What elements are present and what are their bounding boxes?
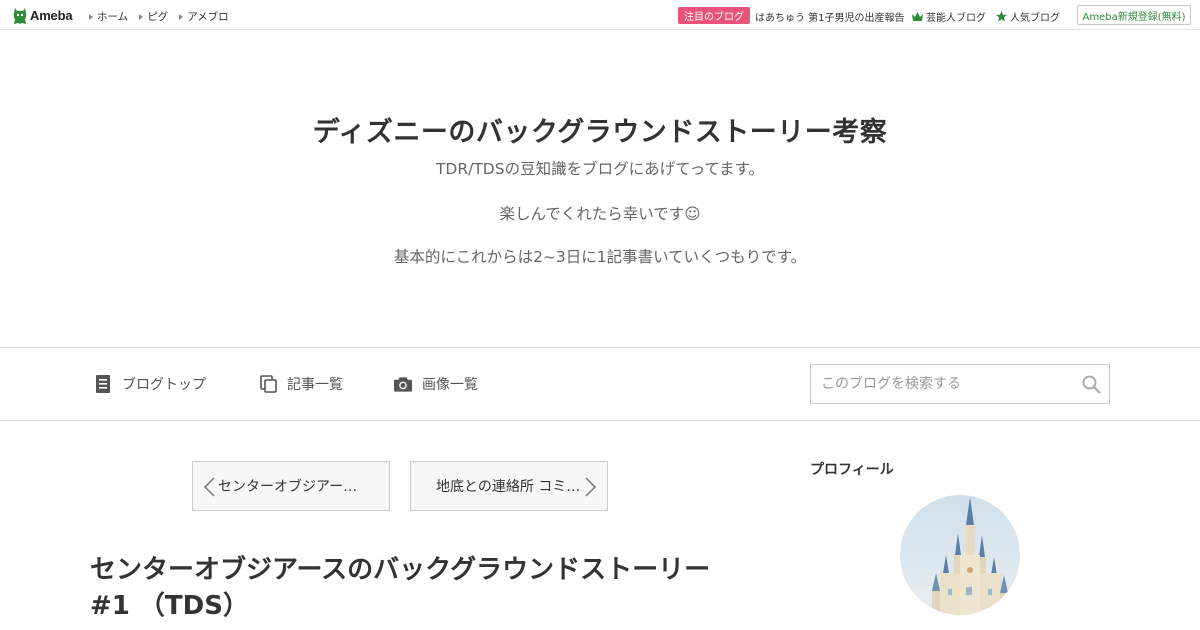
menu-article-list-label: 記事一覧 [287, 377, 343, 393]
chevron-right-icon [585, 477, 597, 497]
menu-image-list-label: 画像一覧 [422, 377, 478, 393]
prev-article-button[interactable]: センターオブジアー… [192, 461, 390, 511]
featured-badge: 注目のブログ [678, 7, 750, 24]
nav-ameblo[interactable]: アメブロ [179, 9, 229, 24]
nav-home[interactable]: ホーム [89, 9, 128, 24]
nav-pigg-label: ピグ [147, 11, 169, 23]
blog-description-line-3: 基本的にこれからは2~3日に1記事書いていくつもりです。 [393, 248, 807, 266]
castle-image [900, 495, 1020, 615]
register-button[interactable]: Ameba新規登録(無料) [1077, 5, 1191, 25]
ameba-logo[interactable]: Ameba [13, 6, 73, 25]
blog-search [810, 364, 1110, 404]
chevron-left-icon [203, 477, 215, 497]
global-header: Ameba ホーム ピグ アメブロ 注目のブログ はあちゅう 第1子男児の出産報… [0, 0, 1200, 30]
logo-text: Ameba [30, 8, 73, 23]
menu-blog-top-label: ブログトップ [122, 377, 206, 393]
popular-blog-link[interactable]: 人気ブログ [996, 9, 1060, 24]
menu-article-list[interactable]: 記事一覧 [259, 374, 343, 394]
ameba-mascot-icon [13, 7, 27, 24]
nav-pigg[interactable]: ピグ [139, 9, 168, 24]
celebrity-blog-link[interactable]: 芸能人ブログ [912, 9, 986, 24]
menu-image-list[interactable]: 画像一覧 [394, 374, 478, 394]
next-article-button[interactable]: 地底との連絡所 コミ… [410, 461, 608, 511]
menu-blog-top[interactable]: ブログトップ [94, 374, 206, 394]
celebrity-blog-label: 芸能人ブログ [926, 13, 986, 24]
featured-blog-link[interactable]: はあちゅう 第1子男児の出産報告 [755, 9, 905, 24]
pages-icon [259, 375, 277, 393]
avatar[interactable] [900, 495, 1020, 615]
popular-blog-label: 人気ブログ [1010, 13, 1060, 24]
next-article-label: 地底との連絡所 コミ… [436, 479, 581, 495]
document-icon [94, 375, 112, 393]
article-title[interactable]: センターオブジアースのバックグラウンドストーリー#1 （TDS） [90, 552, 730, 624]
triangle-icon [179, 13, 184, 20]
crown-icon [912, 12, 923, 21]
global-nav: ホーム ピグ アメブロ [89, 9, 240, 24]
search-icon[interactable] [1082, 375, 1101, 398]
blog-menu-bar: ブログトップ 記事一覧 画像一覧 [0, 347, 1200, 421]
triangle-icon [139, 13, 144, 20]
search-input[interactable] [811, 365, 1109, 403]
blog-title[interactable]: ディズニーのバックグラウンドストーリー考察 [0, 110, 1200, 149]
prev-article-label: センターオブジアー… [218, 479, 358, 495]
blog-description-line-1: TDR/TDSの豆知識をブログにあげてってます。 [435, 160, 765, 178]
nav-home-label: ホーム [97, 11, 129, 23]
nav-ameblo-label: アメブロ [187, 11, 229, 23]
star-icon [996, 11, 1007, 22]
profile-heading: プロフィール [810, 462, 894, 478]
triangle-icon [89, 13, 93, 20]
camera-icon [394, 375, 412, 393]
blog-description-line-2: 楽しんでくれたら幸いです☺ [499, 205, 701, 223]
